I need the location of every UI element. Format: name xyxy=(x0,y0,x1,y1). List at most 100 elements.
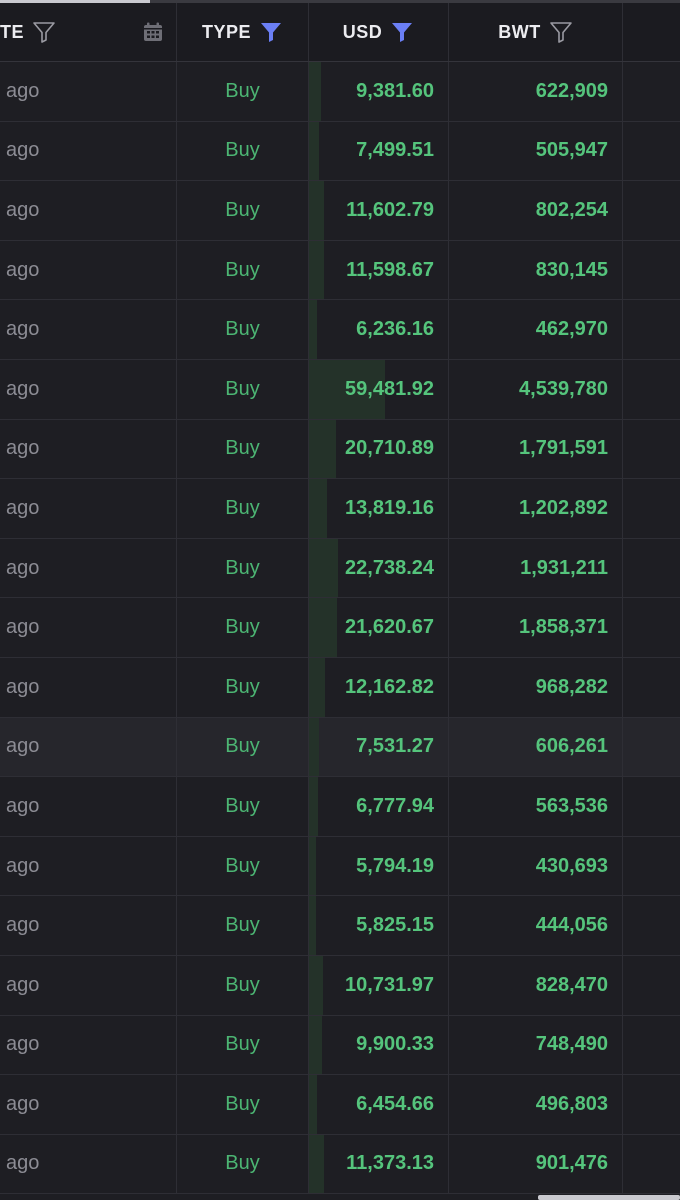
extra-cell xyxy=(623,300,680,359)
table-row[interactable]: ago Buy 10,731.97 828,470 xyxy=(0,955,680,1016)
type-text: Buy xyxy=(225,79,260,102)
type-cell: Buy xyxy=(177,62,309,121)
usd-value: 13,819.16 xyxy=(345,496,434,519)
usd-volume-bar xyxy=(309,62,322,121)
bwt-cell: 496,803 xyxy=(449,1075,623,1134)
bwt-value: 1,202,892 xyxy=(519,496,608,519)
table-row[interactable]: ago Buy 5,825.15 444,056 xyxy=(0,896,680,956)
date-cell: ago xyxy=(0,777,177,836)
extra-cell xyxy=(623,598,680,657)
table-row[interactable]: ago Buy 7,531.27 606,261 xyxy=(0,717,680,778)
type-cell: Buy xyxy=(177,1015,309,1075)
table-row[interactable]: ago Buy 9,381.60 622,909 xyxy=(0,62,680,122)
table-row[interactable]: ago Buy 11,602.79 802,254 xyxy=(0,181,680,241)
extra-cell xyxy=(623,181,680,240)
table-row[interactable]: ago Buy 11,598.67 830,145 xyxy=(0,240,680,301)
bwt-value: 496,803 xyxy=(535,1092,608,1115)
type-text: Buy xyxy=(225,198,260,221)
type-text: Buy xyxy=(225,735,260,758)
usd-volume-bar xyxy=(309,240,324,300)
usd-volume-bar xyxy=(309,896,317,955)
usd-cell: 7,499.51 xyxy=(309,121,449,181)
bwt-column-header[interactable]: BWT xyxy=(449,3,623,61)
filter-active-icon[interactable] xyxy=(390,20,414,44)
date-cell: ago xyxy=(0,717,177,777)
usd-value: 7,499.51 xyxy=(356,139,434,162)
usd-cell: 10,731.97 xyxy=(309,955,449,1015)
date-text: ago xyxy=(6,79,40,102)
usd-value: 21,620.67 xyxy=(345,616,434,639)
usd-value: 9,381.60 xyxy=(356,79,434,102)
usd-value: 6,236.16 xyxy=(356,318,434,341)
type-cell: Buy xyxy=(177,1134,309,1194)
type-text: Buy xyxy=(225,973,260,996)
table-row[interactable]: ago Buy 6,777.94 563,536 xyxy=(0,777,680,837)
bwt-value: 444,056 xyxy=(535,914,608,937)
usd-cell: 11,602.79 xyxy=(309,181,449,240)
type-cell: Buy xyxy=(177,598,309,657)
date-cell: ago xyxy=(0,1015,177,1075)
table-row[interactable]: ago Buy 20,710.89 1,791,591 xyxy=(0,419,680,480)
usd-value: 20,710.89 xyxy=(345,437,434,460)
table-row[interactable]: ago Buy 22,738.24 1,931,211 xyxy=(0,538,680,599)
extra-cell xyxy=(623,956,680,1015)
type-cell: Buy xyxy=(177,479,309,538)
usd-volume-bar xyxy=(309,657,325,717)
usd-cell: 6,777.94 xyxy=(309,777,449,836)
usd-volume-bar xyxy=(309,598,337,657)
calendar-icon[interactable] xyxy=(142,21,164,43)
bwt-value: 830,145 xyxy=(535,258,608,281)
usd-volume-bar xyxy=(309,1075,318,1134)
bottom-scrollbar-thumb[interactable] xyxy=(538,1195,680,1200)
date-text: ago xyxy=(6,675,40,698)
date-text: ago xyxy=(6,914,40,937)
type-column-header[interactable]: TYPE xyxy=(177,3,309,61)
table-row[interactable]: ago Buy 5,794.19 430,693 xyxy=(0,836,680,897)
date-text: ago xyxy=(6,735,40,758)
extra-cell xyxy=(623,1016,680,1075)
type-text: Buy xyxy=(225,1092,260,1115)
usd-value: 11,373.13 xyxy=(346,1152,434,1175)
bwt-cell: 563,536 xyxy=(449,777,623,836)
bwt-value: 622,909 xyxy=(535,79,608,102)
usd-header-label: USD xyxy=(342,21,383,42)
extra-cell xyxy=(623,479,680,538)
usd-value: 5,794.19 xyxy=(356,854,434,877)
usd-value: 6,777.94 xyxy=(356,794,434,817)
filter-outline-icon[interactable] xyxy=(32,20,56,44)
date-text: ago xyxy=(6,794,40,817)
bwt-value: 1,791,591 xyxy=(519,437,608,460)
table-row[interactable]: ago Buy 13,819.16 1,202,892 xyxy=(0,479,680,539)
date-column-header[interactable]: TE xyxy=(0,3,177,61)
usd-value: 10,731.97 xyxy=(345,973,434,996)
usd-cell: 6,454.66 xyxy=(309,1075,449,1134)
bwt-header-label: BWT xyxy=(498,21,541,42)
bwt-value: 430,693 xyxy=(535,854,608,877)
usd-cell: 9,900.33 xyxy=(309,1015,449,1075)
table-body: ago Buy 9,381.60 622,909 ago Buy 7,499.51 505,9… xyxy=(0,62,680,1195)
table-row[interactable]: ago Buy 59,481.92 4,539,780 xyxy=(0,359,680,420)
extra-cell xyxy=(623,122,680,181)
date-cell: ago xyxy=(0,62,177,121)
bwt-cell: 1,202,892 xyxy=(449,479,623,538)
table-row[interactable]: ago Buy 11,373.13 901,476 xyxy=(0,1134,680,1195)
type-header-label: TYPE xyxy=(201,21,251,42)
table-row[interactable]: ago Buy 21,620.67 1,858,371 xyxy=(0,598,680,658)
table-row[interactable]: ago Buy 6,236.16 462,970 xyxy=(0,300,680,360)
filter-outline-icon[interactable] xyxy=(549,20,573,44)
table-row[interactable]: ago Buy 7,499.51 505,947 xyxy=(0,121,680,182)
usd-column-header[interactable]: USD xyxy=(309,3,449,61)
extra-cell xyxy=(623,777,680,836)
table-row[interactable]: ago Buy 12,162.82 968,282 xyxy=(0,657,680,718)
bwt-cell: 748,490 xyxy=(449,1015,623,1075)
table-row[interactable]: ago Buy 6,454.66 496,803 xyxy=(0,1075,680,1135)
type-cell: Buy xyxy=(177,777,309,836)
bwt-value: 901,476 xyxy=(535,1152,608,1175)
type-cell: Buy xyxy=(177,1075,309,1134)
date-cell: ago xyxy=(0,1134,177,1194)
date-text: ago xyxy=(6,1152,40,1175)
table-row[interactable]: ago Buy 9,900.33 748,490 xyxy=(0,1015,680,1076)
filter-active-icon[interactable] xyxy=(259,20,283,44)
type-text: Buy xyxy=(225,496,260,519)
type-cell: Buy xyxy=(177,240,309,300)
